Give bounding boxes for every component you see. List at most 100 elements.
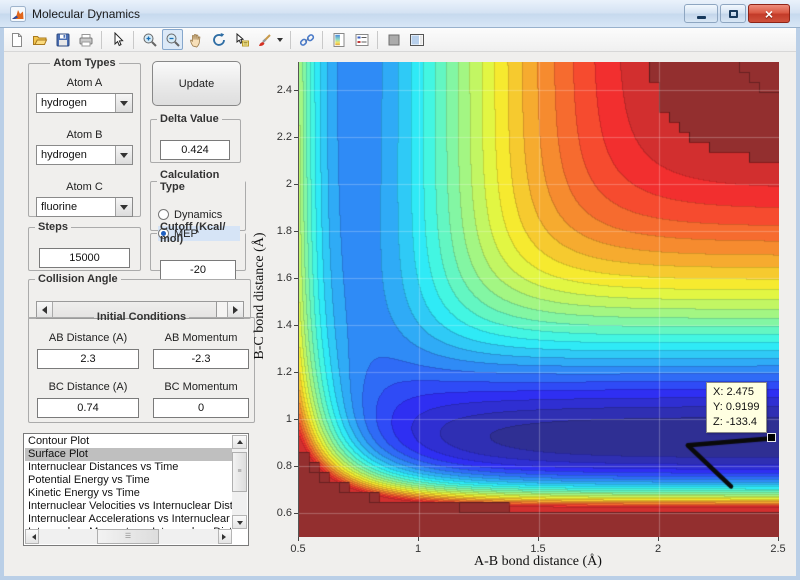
open-file-icon[interactable] bbox=[29, 29, 50, 50]
list-item[interactable]: Surface Plot bbox=[25, 448, 232, 461]
minimize-button[interactable] bbox=[684, 4, 718, 23]
tick-mark bbox=[294, 184, 298, 185]
horizontal-scroll-thumb[interactable]: ☰ bbox=[97, 529, 159, 544]
tick-mark bbox=[294, 513, 298, 514]
update-button[interactable]: Update bbox=[152, 61, 241, 106]
data-cursor-icon[interactable] bbox=[231, 29, 252, 50]
maximize-button[interactable] bbox=[720, 4, 746, 23]
cutoff-title: Cutoff (Kcal/ mol) bbox=[157, 221, 245, 245]
tick-label: 0.5 bbox=[278, 543, 318, 555]
datatip-box[interactable]: X: 2.475 Y: 0.9199 Z: -133.4 bbox=[706, 382, 767, 433]
scroll-left-arrow-icon[interactable] bbox=[25, 529, 39, 544]
scroll-right-arrow-icon[interactable] bbox=[218, 529, 232, 544]
tick-label: 1 bbox=[258, 413, 292, 425]
atom-b-dropdown[interactable]: hydrogen bbox=[36, 145, 133, 165]
delta-value-field[interactable]: 0.424 bbox=[160, 140, 230, 160]
app-window: Molecular Dynamics × bbox=[0, 0, 800, 580]
list-item[interactable]: Internuclear Velocities vs Internuclear … bbox=[25, 500, 232, 513]
dynamics-radio[interactable]: Dynamics bbox=[158, 207, 240, 222]
list-item[interactable]: Kinetic Energy vs Time bbox=[25, 487, 232, 500]
listbox-horizontal-scrollbar[interactable]: ☰ bbox=[25, 529, 232, 544]
bc-momentum-field[interactable]: 0 bbox=[153, 398, 249, 418]
atom-types-panel: Atom Types Atom A hydrogen Atom B hydrog… bbox=[28, 57, 141, 217]
tick-mark bbox=[294, 419, 298, 420]
bc-distance-label: BC Distance (A) bbox=[37, 381, 139, 393]
steps-field[interactable]: 15000 bbox=[39, 248, 130, 268]
toolbar-separator bbox=[377, 31, 378, 49]
pes-plot-area[interactable] bbox=[298, 62, 778, 537]
atom-b-label: Atom B bbox=[29, 129, 140, 141]
collision-angle-title: Collision Angle bbox=[35, 273, 121, 285]
atom-c-label: Atom C bbox=[29, 181, 140, 193]
zoom-in-icon[interactable] bbox=[139, 29, 160, 50]
hide-plot-tools-icon[interactable] bbox=[383, 29, 404, 50]
atom-b-value: hydrogen bbox=[41, 149, 87, 161]
ab-distance-field[interactable]: 2.3 bbox=[37, 349, 139, 369]
new-figure-icon[interactable] bbox=[6, 29, 27, 50]
show-plot-tools-icon[interactable] bbox=[406, 29, 427, 50]
brush-dropdown-caret-icon[interactable] bbox=[277, 38, 283, 45]
tick-mark bbox=[298, 537, 299, 541]
tick-mark bbox=[778, 537, 779, 541]
zoom-out-icon[interactable] bbox=[162, 29, 183, 50]
toolbar-separator bbox=[290, 31, 291, 49]
tick-label: 1.5 bbox=[518, 543, 558, 555]
title-bar[interactable]: Molecular Dynamics × bbox=[0, 0, 800, 28]
link-plot-icon[interactable] bbox=[296, 29, 317, 50]
plot-type-listbox[interactable]: Contour PlotSurface PlotInternuclear Dis… bbox=[23, 433, 249, 546]
atom-c-dropdown[interactable]: fluorine bbox=[36, 197, 133, 217]
atom-a-label: Atom A bbox=[29, 77, 140, 89]
delta-value-panel: Delta Value 0.424 bbox=[150, 113, 241, 163]
tick-mark bbox=[294, 466, 298, 467]
tick-mark bbox=[294, 278, 298, 279]
datatip-marker[interactable] bbox=[767, 433, 776, 442]
ab-momentum-label: AB Momentum bbox=[153, 332, 249, 344]
pes-plot-canvas[interactable] bbox=[299, 62, 779, 537]
tick-mark bbox=[658, 537, 659, 541]
insert-legend-icon[interactable] bbox=[351, 29, 372, 50]
window-title: Molecular Dynamics bbox=[32, 7, 140, 21]
listbox-vertical-scrollbar[interactable]: ≡ bbox=[232, 435, 247, 529]
rotate-3d-icon[interactable] bbox=[208, 29, 229, 50]
insert-colorbar-icon[interactable] bbox=[328, 29, 349, 50]
matlab-logo-icon bbox=[10, 6, 26, 22]
bc-distance-field[interactable]: 0.74 bbox=[37, 398, 139, 418]
tick-mark bbox=[294, 90, 298, 91]
dynamics-radio-label: Dynamics bbox=[174, 209, 222, 221]
pan-icon[interactable] bbox=[185, 29, 206, 50]
atom-b-dropdown-arrow-icon[interactable] bbox=[115, 146, 132, 164]
brush-icon[interactable] bbox=[254, 29, 275, 50]
atom-types-title: Atom Types bbox=[50, 57, 118, 69]
figure-toolbar bbox=[0, 28, 800, 52]
atom-c-dropdown-arrow-icon[interactable] bbox=[115, 198, 132, 216]
tick-mark bbox=[538, 537, 539, 541]
scroll-down-arrow-icon[interactable] bbox=[232, 515, 247, 529]
tick-label: 1.8 bbox=[258, 225, 292, 237]
list-item[interactable]: Internuclear Distances vs Time bbox=[25, 461, 232, 474]
datatip-z-value: Z: -133.4 bbox=[713, 415, 760, 430]
delta-value-title: Delta Value bbox=[157, 113, 222, 125]
ab-distance-label: AB Distance (A) bbox=[37, 332, 139, 344]
toolbar-separator bbox=[101, 31, 102, 49]
window-border-bottom bbox=[0, 576, 800, 580]
scroll-up-arrow-icon[interactable] bbox=[232, 435, 247, 449]
save-figure-icon[interactable] bbox=[52, 29, 73, 50]
vertical-scroll-thumb[interactable]: ≡ bbox=[232, 452, 247, 492]
close-icon: × bbox=[765, 7, 773, 21]
window-border-right bbox=[796, 28, 800, 580]
tick-mark bbox=[294, 325, 298, 326]
toolbar-separator bbox=[133, 31, 134, 49]
list-item[interactable]: Potential Energy vs Time bbox=[25, 474, 232, 487]
cutoff-panel: Cutoff (Kcal/ mol) -20 bbox=[150, 221, 246, 271]
minimize-icon bbox=[697, 16, 706, 19]
tick-mark bbox=[418, 537, 419, 541]
edit-plot-icon[interactable] bbox=[107, 29, 128, 50]
list-item[interactable]: Contour Plot bbox=[25, 435, 232, 448]
ab-momentum-field[interactable]: -2.3 bbox=[153, 349, 249, 369]
close-button[interactable]: × bbox=[748, 4, 790, 23]
tick-label: 0.8 bbox=[258, 460, 292, 472]
list-item[interactable]: Internuclear Accelerations vs Internucle… bbox=[25, 513, 232, 526]
atom-a-dropdown-arrow-icon[interactable] bbox=[115, 94, 132, 112]
print-figure-icon[interactable] bbox=[75, 29, 96, 50]
atom-a-dropdown[interactable]: hydrogen bbox=[36, 93, 133, 113]
